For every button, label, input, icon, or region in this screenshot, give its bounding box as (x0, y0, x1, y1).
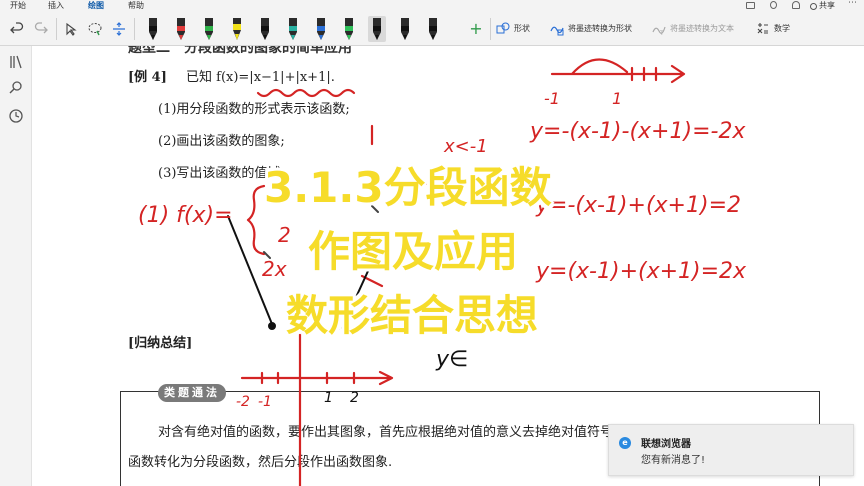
ink-f-label: (1) f(x)= (138, 203, 233, 228)
pen-black-icon (149, 18, 157, 40)
ink-to-text-icon: T (652, 26, 666, 36)
browser-notification[interactable]: e 联想浏览器 您有新消息了! (608, 424, 854, 476)
pen-black-2-button[interactable] (256, 16, 274, 42)
pen-black-5-icon (429, 18, 437, 40)
left-rail (0, 46, 32, 486)
undo-button[interactable] (6, 12, 28, 46)
pen-lime-icon (345, 18, 353, 40)
share-label: 共享 (819, 1, 835, 10)
pen-black-3-icon (373, 18, 381, 40)
ink-to-shape-icon (550, 26, 564, 36)
pen-red-button[interactable] (172, 16, 190, 42)
ink-graph-x-axis (240, 370, 394, 386)
overlay-title-line3: 数形结合思想 (286, 282, 538, 343)
highlighter-yellow-button[interactable] (228, 16, 246, 42)
math-button[interactable]: 数学 (756, 12, 796, 46)
lightbulb-icon[interactable] (770, 1, 777, 9)
menu-insert[interactable]: 插入 (48, 0, 64, 12)
menu-home[interactable]: 开始 (10, 0, 26, 12)
comment-icon[interactable] (746, 2, 755, 9)
ink-range-note: y∈ (435, 347, 468, 372)
ink-n-minus1: -1 (544, 89, 560, 108)
bell-icon[interactable] (792, 1, 800, 9)
ink-point-left (268, 322, 276, 330)
svg-text:T: T (659, 30, 664, 36)
pen-blue-icon (317, 18, 325, 40)
pen-black-2-icon (261, 18, 269, 40)
shapes-button[interactable]: 形状 (496, 12, 542, 46)
math-icon (757, 23, 768, 34)
ink-underline (256, 88, 356, 98)
pen-teal-button[interactable] (284, 16, 302, 42)
lasso-cursor-icon (66, 22, 77, 36)
add-pen-button[interactable]: + (466, 12, 486, 46)
person-icon (810, 2, 817, 10)
ink-case2-val: 2 (278, 223, 291, 247)
pen-lime-button[interactable] (340, 16, 358, 42)
ink-case3-eq: y=(x-1)+(x+1)=2x (535, 259, 747, 284)
lasso-icon (88, 23, 102, 36)
share-button[interactable]: 共享 (810, 0, 835, 12)
more-icon[interactable]: ⋯ (848, 0, 857, 8)
redo-button[interactable] (30, 12, 52, 46)
overlay-line1-text: 3.1.3分段函数 (264, 163, 552, 212)
draw-ribbon: + 形状 将墨迹转换为形状 T 将墨迹转换为文本 数学 (0, 12, 864, 46)
ink-axis-m1: -1 (258, 394, 272, 410)
ink-to-text-button[interactable]: T 将墨迹转换为文本 (652, 12, 752, 46)
menu-bar: 开始 插入 绘图 帮助 共享 ⋯ (0, 0, 864, 13)
menu-help[interactable]: 帮助 (128, 0, 144, 12)
pen-green-icon (205, 18, 213, 40)
math-label: 数学 (774, 24, 790, 33)
pen-black-4-button[interactable] (396, 16, 414, 42)
select-tool-button[interactable] (60, 12, 82, 46)
overlay-line3-text: 数形结合思想 (286, 291, 539, 340)
add-space-button[interactable] (108, 12, 130, 46)
ink-axis-2: 2 (350, 390, 359, 406)
pen-green-button[interactable] (200, 16, 218, 42)
shapes-icon (496, 22, 510, 34)
ink-brace (246, 184, 266, 256)
plus-icon: + (469, 19, 483, 38)
ink-to-text-label: 将墨迹转换为文本 (670, 24, 734, 33)
notification-title: 联想浏览器 (641, 439, 691, 450)
pen-black-3-button[interactable] (368, 16, 386, 42)
recent-clock-icon[interactable] (8, 108, 24, 124)
pen-teal-icon (289, 18, 297, 40)
ink-axis-m2: -2 (236, 394, 250, 410)
pen-black-5-button[interactable] (424, 16, 442, 42)
ink-to-shape-label: 将墨迹转换为形状 (568, 24, 632, 33)
notification-message: 您有新消息了! (641, 455, 706, 466)
overlay-title-line1: 3.1.3分段函数 (264, 154, 552, 215)
shapes-label: 形状 (514, 24, 530, 33)
ink-case1-eq: y=-(x-1)-(x+1)=-2x (529, 119, 746, 144)
undo-icon (10, 22, 24, 34)
redo-icon (34, 22, 48, 34)
ink-case2-eq: y=-(x-1)+(x+1)=2 (535, 193, 741, 218)
pen-red-icon (177, 18, 185, 40)
add-space-icon (113, 22, 125, 36)
overlay-line2-text: 作图及应用 (308, 227, 519, 276)
overlay-title-line2: 作图及应用 (308, 218, 518, 279)
notebook-page[interactable]: 题型二 分段函数的图象的简单应用 [例 4] 已知 f(x)=|x−1|+|x+… (32, 46, 864, 486)
lasso-select-button[interactable] (84, 12, 106, 46)
ink-number-line (550, 58, 686, 84)
ink-axis-1: 1 (324, 390, 333, 406)
ink-to-shape-button[interactable]: 将墨迹转换为形状 (550, 12, 662, 46)
ink-n-1: 1 (612, 89, 622, 108)
browser-logo-icon: e (619, 437, 631, 449)
pen-blue-button[interactable] (312, 16, 330, 42)
highlighter-yellow-icon (233, 18, 241, 40)
pen-black-4-icon (401, 18, 409, 40)
pen-black-button[interactable] (144, 16, 162, 42)
notebooks-icon[interactable] (8, 54, 24, 70)
search-icon[interactable] (8, 80, 24, 96)
ink-case3-val: 2x (262, 257, 287, 281)
